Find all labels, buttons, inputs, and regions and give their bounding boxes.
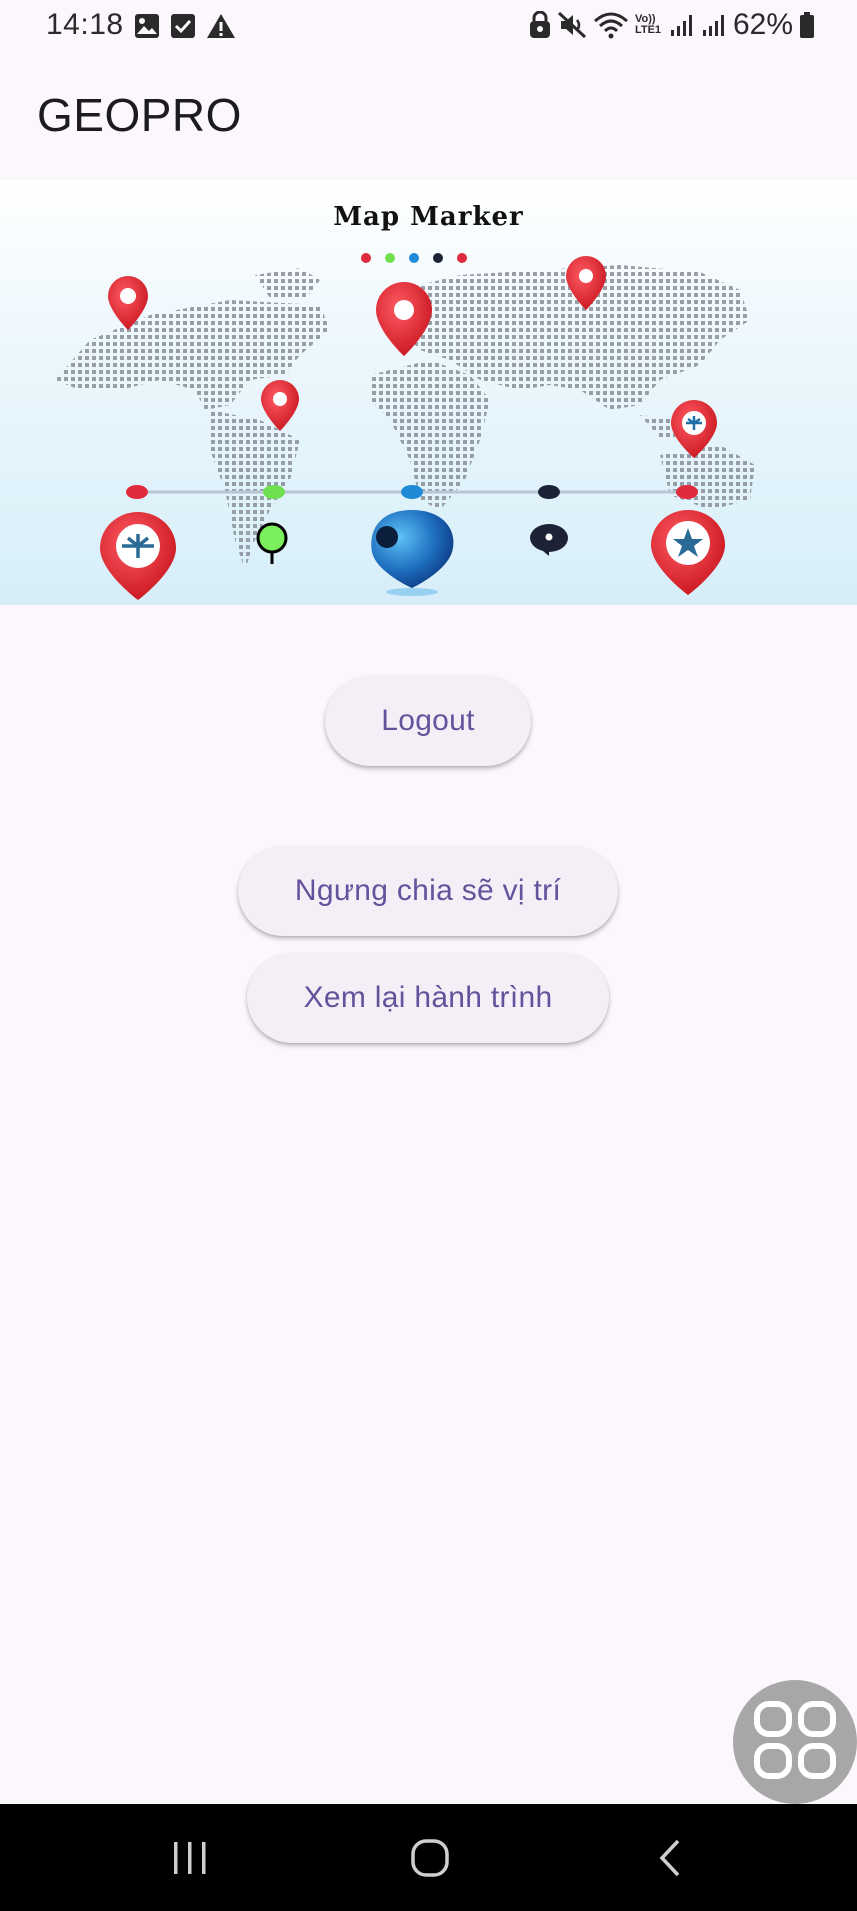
assistive-menu-button[interactable] bbox=[733, 1680, 857, 1804]
status-time: 14:18 bbox=[46, 8, 124, 41]
review-trip-button[interactable]: Xem lại hành trình bbox=[247, 953, 609, 1043]
status-bar: 14:18 Vo)) LTE1 62% bbox=[0, 0, 857, 56]
blue-drop-marker-icon bbox=[371, 510, 454, 596]
battery-icon bbox=[800, 12, 814, 38]
battery-percent: 62% bbox=[732, 8, 793, 41]
recent-apps-icon[interactable] bbox=[170, 1840, 210, 1876]
banner-title: Map Marker bbox=[333, 202, 524, 232]
back-icon[interactable] bbox=[656, 1838, 686, 1878]
color-dots bbox=[361, 253, 467, 263]
dark-speech-marker-icon bbox=[530, 524, 568, 556]
checkbox-icon bbox=[171, 14, 195, 38]
wifi-icon bbox=[593, 12, 628, 39]
mute-icon bbox=[557, 11, 586, 39]
airplane-marker-icon bbox=[100, 512, 176, 600]
warning-icon bbox=[207, 14, 235, 38]
status-left-icons bbox=[134, 13, 236, 39]
navigation-bar bbox=[0, 1804, 857, 1911]
world-map-illustration bbox=[55, 253, 755, 600]
volte-icon: Vo)) LTE1 bbox=[634, 13, 662, 36]
home-icon[interactable] bbox=[410, 1838, 450, 1878]
stop-sharing-location-button[interactable]: Ngưng chia sẽ vị trí bbox=[238, 846, 618, 936]
app-title: GEOPRO bbox=[37, 89, 242, 141]
signal-icon bbox=[670, 15, 692, 36]
image-icon bbox=[135, 14, 159, 38]
logout-button[interactable]: Logout bbox=[325, 676, 531, 766]
green-pin-icon bbox=[256, 522, 288, 564]
star-marker-icon bbox=[651, 510, 725, 595]
status-right-icons: Vo)) LTE1 62% bbox=[529, 8, 815, 42]
signal-icon bbox=[702, 15, 724, 36]
grid-icon bbox=[754, 1701, 836, 1779]
lock-icon bbox=[529, 11, 550, 38]
map-marker-banner: Map Marker bbox=[0, 180, 857, 605]
